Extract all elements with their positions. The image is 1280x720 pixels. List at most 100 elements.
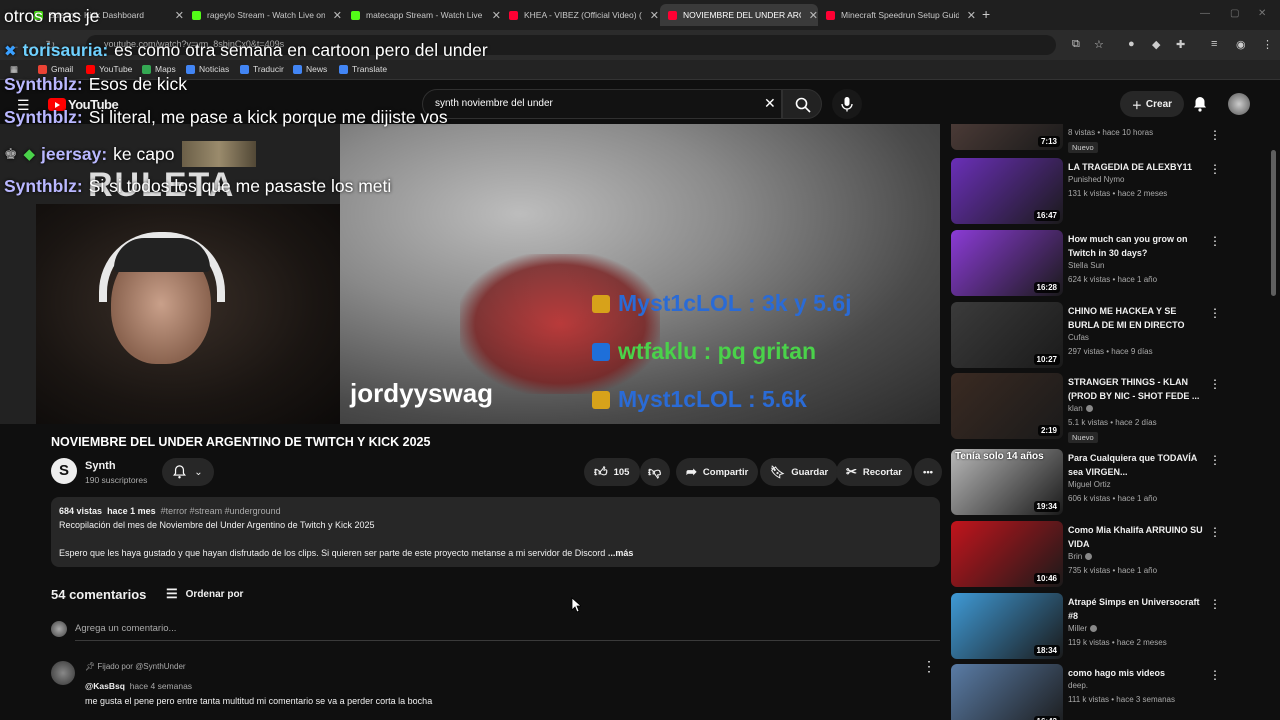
recommended-title[interactable]: STRANGER THINGS - KLAN (PROD BY NIC - SH… bbox=[1068, 375, 1208, 403]
video-player[interactable]: RULETA jordyyswag Myst1cLOL : 3k y 5.6j … bbox=[0, 124, 940, 424]
recommended-channel[interactable]: Punished Nymo bbox=[1068, 175, 1124, 184]
video-thumbnail[interactable]: 10:27 bbox=[951, 302, 1063, 368]
recommended-channel[interactable]: klan bbox=[1068, 404, 1093, 413]
video-thumbnail[interactable]: 16:28 bbox=[951, 230, 1063, 296]
video-thumbnail[interactable]: 16:43 bbox=[951, 664, 1063, 720]
pin-icon: 📌︎ bbox=[85, 662, 96, 671]
browser-tab[interactable]: NOVIEMBRE DEL UNDER ARGE ✕ bbox=[660, 4, 818, 26]
clip-button[interactable]: ✂ Recortar bbox=[836, 458, 912, 486]
more-vertical-icon[interactable]: ⋮ bbox=[1209, 377, 1221, 391]
show-more-link[interactable]: ...más bbox=[608, 548, 634, 558]
like-button[interactable]: 👍︎ 105 bbox=[584, 458, 640, 486]
recommended-video[interactable]: 18:34 Atrapé Simps en Universocraft #8 Mil… bbox=[951, 593, 1241, 659]
bookmark-item[interactable]: Gmail bbox=[38, 64, 73, 74]
channel-name[interactable]: Synth bbox=[85, 460, 116, 472]
hashtags[interactable]: #terror #stream #underground bbox=[161, 506, 281, 516]
share-button[interactable]: ➦ Compartir bbox=[676, 458, 759, 486]
recommended-title[interactable]: LA TRAGEDIA DE ALEXBY11 bbox=[1068, 160, 1208, 174]
dislike-button[interactable]: 👎︎ bbox=[640, 458, 670, 486]
notifications-bell-icon[interactable] bbox=[1193, 96, 1207, 117]
close-tab-icon[interactable]: ✕ bbox=[650, 9, 659, 22]
recommended-title[interactable]: CHINO ME HACKEA Y SE BURLA DE MI EN DIRE… bbox=[1068, 304, 1208, 332]
close-window-icon[interactable]: ✕ bbox=[1258, 8, 1266, 19]
minimize-icon[interactable]: — bbox=[1200, 8, 1210, 19]
close-tab-icon[interactable]: ✕ bbox=[492, 9, 501, 22]
account-avatar[interactable] bbox=[1228, 93, 1250, 115]
extensions-puzzle-icon[interactable]: ✚ bbox=[1176, 38, 1185, 51]
recommended-video[interactable]: 7:13 8 vistas • hace 10 horas Nuevo ⋮ bbox=[951, 124, 1241, 153]
bookmark-item[interactable]: Noticias bbox=[186, 64, 229, 74]
recommended-video[interactable]: 16:47 LA TRAGEDIA DE ALEXBY11 Punished Nym… bbox=[951, 158, 1241, 224]
video-thumbnail[interactable]: Tenía solo 14 años 19:34 bbox=[951, 449, 1063, 515]
bookmark-item[interactable]: YouTube bbox=[86, 64, 132, 74]
install-icon[interactable]: ⧉ bbox=[1072, 38, 1080, 51]
recommended-video[interactable]: 10:46 Como Mia Khalifa ARRUINO SU VIDA Bri… bbox=[951, 521, 1241, 587]
recommended-video[interactable]: 2:19 STRANGER THINGS - KLAN (PROD BY NIC … bbox=[951, 373, 1241, 443]
bookmark-item[interactable]: Maps bbox=[142, 64, 176, 74]
browser-tab[interactable]: rageylo Stream - Watch Live on ✕ bbox=[184, 4, 342, 26]
bookmark-item[interactable]: Traducir bbox=[240, 64, 284, 74]
recommended-title[interactable]: Atrapé Simps en Universocraft #8 bbox=[1068, 595, 1208, 623]
video-thumbnail[interactable]: 10:46 bbox=[951, 521, 1063, 587]
search-button[interactable] bbox=[782, 89, 822, 119]
browser-menu-icon[interactable]: ⋮ bbox=[1262, 38, 1273, 51]
recommended-video[interactable]: 10:27 CHINO ME HACKEA Y SE BURLA DE MI EN… bbox=[951, 302, 1241, 368]
recommended-channel[interactable]: Stella Sun bbox=[1068, 261, 1104, 270]
more-vertical-icon[interactable]: ⋮ bbox=[1209, 128, 1221, 142]
recommended-title[interactable]: Como Mia Khalifa ARRUINO SU VIDA bbox=[1068, 523, 1208, 551]
recommended-title[interactable]: How much can you grow on Twitch in 30 da… bbox=[1068, 232, 1208, 260]
restore-icon[interactable]: ▢ bbox=[1230, 8, 1239, 19]
profile-icon[interactable]: ◉ bbox=[1236, 38, 1246, 51]
description-box[interactable]: 684 vistas hace 1 mes #terror #stream #u… bbox=[51, 497, 940, 567]
browser-tab[interactable]: Minecraft Speedrun Setup Guid ✕ bbox=[818, 4, 976, 26]
more-vertical-icon[interactable]: ⋮ bbox=[1209, 306, 1221, 320]
recommended-video[interactable]: Tenía solo 14 años 19:34 Para Cualquiera q… bbox=[951, 449, 1241, 515]
channel-avatar[interactable]: S bbox=[51, 458, 77, 484]
browser-tab[interactable]: matecapp Stream - Watch Live ✕ bbox=[343, 4, 501, 26]
recommended-channel[interactable]: Cufas bbox=[1068, 333, 1089, 342]
extension-icon[interactable]: ● bbox=[1128, 38, 1135, 50]
more-vertical-icon[interactable]: ⋮ bbox=[1209, 668, 1221, 682]
scrollbar[interactable] bbox=[1271, 150, 1276, 296]
close-tab-icon[interactable]: ✕ bbox=[967, 9, 976, 22]
video-thumbnail[interactable]: 2:19 bbox=[951, 373, 1063, 439]
create-button[interactable]: ＋ Crear bbox=[1120, 91, 1184, 117]
clear-search-icon[interactable]: ✕ bbox=[764, 95, 776, 112]
comment-author-avatar[interactable] bbox=[51, 661, 75, 685]
save-button[interactable]: 🔖︎ Guardar bbox=[760, 458, 839, 486]
recommended-video[interactable]: 16:28 How much can you grow on Twitch in … bbox=[951, 230, 1241, 296]
recommended-channel[interactable]: deep. bbox=[1068, 681, 1088, 690]
recommended-channel[interactable]: Miguel Ortiz bbox=[1068, 480, 1111, 489]
comment-author[interactable]: @KasBsq hace 4 semanas bbox=[85, 681, 192, 691]
video-thumbnail[interactable]: 7:13 bbox=[951, 124, 1063, 150]
sort-comments-button[interactable]: ☰ Ordenar por bbox=[166, 586, 243, 602]
extension-icon-2[interactable]: ◆ bbox=[1152, 38, 1160, 51]
recommended-title[interactable]: Para Cualquiera que TODAVÍA sea VIRGEN..… bbox=[1068, 451, 1208, 479]
recommended-title[interactable]: como hago mis videos bbox=[1068, 666, 1208, 680]
video-thumbnail[interactable]: 16:47 bbox=[951, 158, 1063, 224]
more-vertical-icon[interactable]: ⋮ bbox=[1209, 453, 1221, 467]
more-actions-button[interactable]: ••• bbox=[914, 458, 942, 486]
close-tab-icon[interactable]: ✕ bbox=[333, 9, 342, 22]
bookmark-item[interactable]: Translate bbox=[339, 64, 387, 74]
browser-tab[interactable]: KHEA - VIBEZ (Official Video) (p ✕ bbox=[501, 4, 659, 26]
voice-search-button[interactable] bbox=[832, 89, 862, 119]
comment-more-icon[interactable]: ⋮ bbox=[922, 658, 936, 675]
search-input[interactable]: synth noviembre del under bbox=[422, 89, 782, 119]
bookmark-star-icon[interactable]: ☆ bbox=[1094, 38, 1104, 51]
add-comment-input[interactable]: Agrega un comentario... bbox=[75, 623, 940, 641]
close-tab-icon[interactable]: ✕ bbox=[175, 9, 184, 22]
subscription-bell-button[interactable]: ⌄ bbox=[162, 458, 214, 486]
recommended-channel[interactable]: Miller bbox=[1068, 624, 1098, 633]
recommended-channel[interactable]: Brin bbox=[1068, 552, 1093, 561]
new-tab-button[interactable]: + bbox=[982, 6, 990, 22]
close-tab-icon[interactable]: ✕ bbox=[809, 9, 818, 22]
more-vertical-icon[interactable]: ⋮ bbox=[1209, 525, 1221, 539]
video-thumbnail[interactable]: 18:34 bbox=[951, 593, 1063, 659]
recommended-video[interactable]: 16:43 como hago mis videosdeep. 111 k vist… bbox=[951, 664, 1241, 720]
more-vertical-icon[interactable]: ⋮ bbox=[1209, 234, 1221, 248]
more-vertical-icon[interactable]: ⋮ bbox=[1209, 597, 1221, 611]
bookmark-item[interactable]: News bbox=[293, 64, 327, 74]
more-vertical-icon[interactable]: ⋮ bbox=[1209, 162, 1221, 176]
sidepanel-icon[interactable]: ≡ bbox=[1211, 38, 1217, 50]
